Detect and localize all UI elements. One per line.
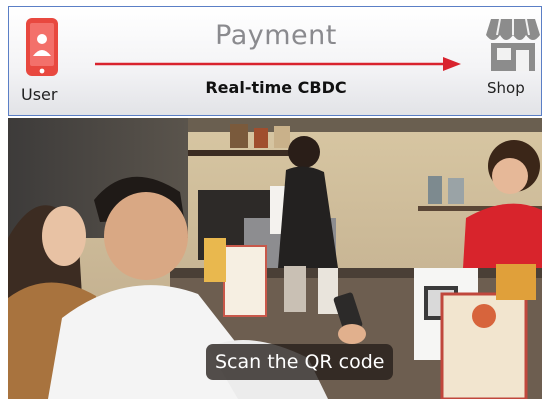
real-time-cbdc-label: Real-time CBDC: [205, 78, 347, 97]
shop-label: Shop: [487, 79, 525, 97]
payment-infographic: User Payment Real-time CBDC Shop: [8, 6, 542, 116]
video-frame: User Payment Real-time CBDC Shop Scan th…: [0, 0, 542, 399]
payment-title: Payment: [215, 20, 337, 51]
payment-arrow-icon: [95, 57, 461, 71]
storefront-icon: [486, 18, 540, 71]
video-caption: Scan the QR code: [206, 344, 394, 380]
